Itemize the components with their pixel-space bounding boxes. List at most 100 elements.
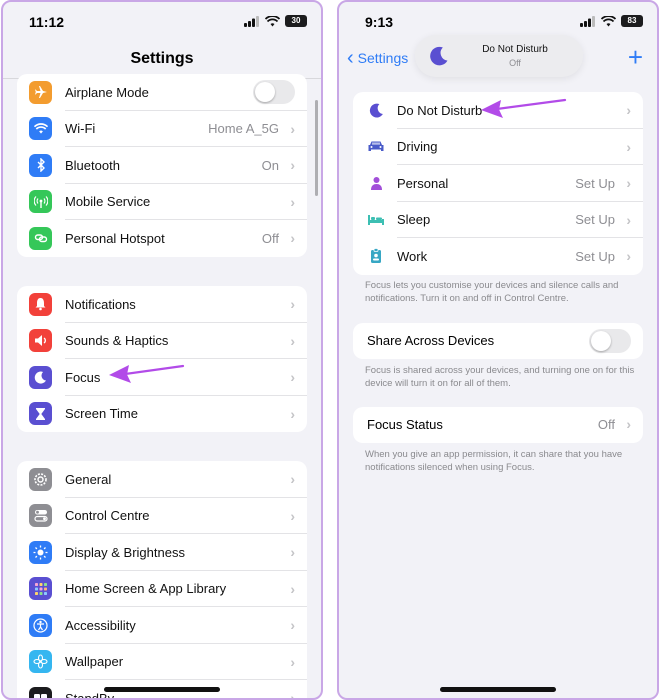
antenna-icon [29,190,52,214]
attention-group: Notifications › Sounds & Haptics › Focus… [17,286,307,432]
row-label: Focus [65,369,101,385]
settings-row-sounds-haptics[interactable]: Sounds & Haptics › [17,323,307,360]
settings-row-control-centre[interactable]: Control Centre › [17,498,307,535]
hourglass-icon [29,402,52,426]
settings-row-personal-hotspot[interactable]: Personal Hotspot Off › [17,220,307,257]
settings-row-display-brightness[interactable]: Display & Brightness › [17,534,307,571]
row-label: Airplane Mode [65,84,149,100]
row-label: Screen Time [65,406,138,422]
row-label: Display & Brightness [65,544,185,560]
row-label: StandBy [65,690,115,700]
chevron-right-icon: › [290,690,295,700]
focus-mode-sleep[interactable]: Sleep Set Up › [353,202,643,239]
system-group: General › Control Centre › Display & Bri… [17,461,307,700]
standby-icon [29,686,52,698]
focus-modes-footnote: Focus lets you customise your devices an… [365,280,619,304]
page-title: Settings [130,50,194,67]
cellular-signal-icon [244,15,259,27]
cellular-signal-icon [580,15,595,27]
settings-screen: 11:12 30 Settings Airplane Mode Wi-Fi Ho… [1,0,323,700]
settings-row-wifi[interactable]: Wi-Fi Home A_5G › [17,111,307,148]
settings-row-mobile-service[interactable]: Mobile Service › [17,184,307,221]
row-label: Sounds & Haptics [65,333,169,349]
battery-icon: 83 [621,15,643,27]
row-label: Work [397,248,428,264]
status-time: 9:13 [365,14,394,30]
add-focus-button[interactable]: + [628,44,643,70]
settings-row-notifications[interactable]: Notifications › [17,286,307,323]
share-across-devices-toggle[interactable] [589,329,631,353]
flower-icon [29,650,52,674]
car-icon [365,136,387,158]
focus-status-row[interactable]: Focus Status Off › [353,407,643,443]
share-across-devices-row: Share Across Devices [353,323,643,359]
settings-row-home-screen[interactable]: Home Screen & App Library › [17,571,307,608]
chevron-right-icon: › [290,405,295,422]
chevron-right-icon: › [290,544,295,561]
accessibility-icon [29,613,52,637]
chevron-right-icon: › [626,248,631,265]
grid-icon [29,577,52,601]
row-label: Accessibility [65,617,136,633]
battery-icon: 30 [285,15,307,27]
switches-icon [29,504,52,528]
chevron-right-icon: › [290,296,295,313]
row-value: On [261,157,279,173]
row-value: Off [261,230,279,246]
row-label: Wi-Fi [65,121,96,137]
settings-row-wallpaper[interactable]: Wallpaper › [17,644,307,681]
row-label: Personal Hotspot [65,230,165,246]
chevron-right-icon: › [290,507,295,524]
focus-screen: 9:13 83 ‹ Settings + Do Not Disturb Off [337,0,659,700]
settings-row-bluetooth[interactable]: Bluetooth On › [17,147,307,184]
settings-row-accessibility[interactable]: Accessibility › [17,607,307,644]
settings-row-general[interactable]: General › [17,461,307,498]
settings-row-screen-time[interactable]: Screen Time › [17,396,307,433]
row-label: Driving [397,139,438,155]
speaker-icon [29,329,52,353]
row-label: Focus Status [367,417,443,432]
chevron-right-icon: › [290,653,295,670]
chevron-right-icon: › [290,120,295,137]
row-label: Notifications [65,296,136,312]
settings-row-airplane-mode[interactable]: Airplane Mode [17,74,307,111]
row-value: Off [597,417,615,432]
row-value: Set Up [575,212,615,228]
airplane-mode-toggle[interactable] [253,80,295,105]
focus-mode-work[interactable]: Work Set Up › [353,238,643,275]
focus-mode-personal[interactable]: Personal Set Up › [353,165,643,202]
back-button-label: Settings [357,50,409,66]
row-label: General [65,471,112,487]
scrollbar[interactable] [315,100,318,196]
row-label: Mobile Service [65,194,151,210]
row-label: Do Not Disturb [397,102,483,118]
home-indicator[interactable] [440,687,556,692]
link-icon [29,226,52,250]
chevron-right-icon: › [626,211,631,228]
chevron-right-icon: › [626,416,631,432]
row-label: Control Centre [65,508,150,524]
row-label: Sleep [397,212,431,228]
chevron-right-icon: › [290,471,295,488]
wifi-status-icon [601,15,616,26]
home-indicator[interactable] [104,687,220,692]
wifi-status-icon [265,15,280,26]
bluetooth-icon [29,153,52,177]
chevron-left-icon: ‹ [347,47,354,69]
wifi-icon [29,117,52,141]
chevron-right-icon: › [290,580,295,597]
moon-icon [29,365,52,389]
back-button[interactable]: ‹ Settings [347,47,409,69]
row-label: Share Across Devices [367,333,495,348]
row-label: Personal [397,175,449,191]
focus-mode-driving[interactable]: Driving › [353,129,643,166]
row-label: Wallpaper [65,654,124,670]
sun-icon [29,540,52,564]
moon-icon [430,46,448,66]
row-value: Set Up [575,175,615,191]
row-value: Set Up [575,248,615,264]
person-icon [365,172,387,194]
focus-status-footnote: When you give an app permission, it can … [365,449,623,473]
chevron-right-icon: › [290,157,295,174]
chevron-right-icon: › [626,175,631,192]
